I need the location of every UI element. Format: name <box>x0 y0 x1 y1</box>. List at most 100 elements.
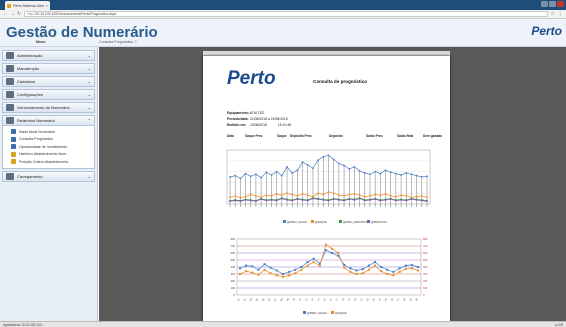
app-title: Gestão de Numerário <box>6 24 158 41</box>
data-point <box>386 273 389 275</box>
y-tick-label-right: 0 <box>423 293 425 297</box>
y-tick-label-right: 500 <box>423 258 428 262</box>
data-point <box>234 199 237 202</box>
data-point <box>369 173 371 176</box>
data-point <box>379 172 382 175</box>
sidebar-section-configuracoes[interactable]: Configurações ⌄ <box>2 89 95 100</box>
sidebar-section-gerenciamento[interactable]: Gerenciamento de Numerário ⌄ <box>2 102 95 113</box>
data-point <box>353 199 356 201</box>
forward-icon[interactable]: → <box>10 11 15 17</box>
data-point <box>280 194 283 197</box>
report-page: Perto Consulta de prognóstico Equipament… <box>203 56 450 321</box>
section-label: Gerenciamento de Numerário <box>17 105 70 110</box>
sidebar-section-administracao[interactable]: Administração ⌄ <box>2 50 95 61</box>
favicon-icon <box>7 3 11 8</box>
data-point <box>275 274 278 277</box>
data-point <box>275 170 278 173</box>
x-tick-label: 15 <box>323 297 327 301</box>
data-point <box>358 197 361 200</box>
reload-icon[interactable]: ↻ <box>17 11 21 17</box>
data-point <box>291 172 294 174</box>
sidebar-item-saldo-atual[interactable]: Saldo Atual Numerário <box>11 128 94 136</box>
section-label: Cadastros <box>17 79 36 84</box>
data-point <box>398 270 401 273</box>
data-point <box>260 198 263 201</box>
y-tick-label-right: 600 <box>423 251 428 255</box>
data-point <box>420 176 423 178</box>
sidebar-item-oportunidade[interactable]: Oportunidade de Investimento <box>11 143 94 151</box>
data-point <box>343 195 345 197</box>
sidebar-section-carregamento[interactable]: Carregamento ⌄ <box>2 170 95 182</box>
load-icon <box>6 172 14 180</box>
y-tick-label-left: 400 <box>231 265 236 269</box>
minimize-button[interactable] <box>541 1 548 7</box>
data-point <box>394 199 397 202</box>
order-icon <box>11 159 16 165</box>
url-field[interactable]: http:// 10.10.100.100/GerenciamentoPerto… <box>24 11 548 17</box>
sidebar-item-consulta-prognostico[interactable]: Consulta Prognóstico <box>11 136 94 144</box>
x-tick-label: 27 <box>396 297 400 301</box>
data-point <box>269 272 272 275</box>
browser-menu-icon[interactable]: ⋮ <box>558 11 563 17</box>
data-point <box>251 265 254 268</box>
data-point <box>369 195 371 197</box>
sidebar-section-cadastros[interactable]: Cadastros ⌄ <box>2 76 95 87</box>
col-saldo-prev: Saldo Prev. <box>366 134 384 138</box>
x-tick-label: 10 <box>292 297 296 301</box>
data-point <box>417 266 419 268</box>
folder-icon <box>6 78 14 85</box>
legend-swatch <box>367 220 370 223</box>
star-icon[interactable]: ☆ <box>551 11 555 17</box>
data-point <box>275 192 278 195</box>
document-icon <box>11 129 16 135</box>
data-point <box>281 275 284 278</box>
data-point <box>384 192 387 195</box>
sidebar-section-manutencao[interactable]: Manutenção ⌄ <box>2 63 95 74</box>
y-tick-label-left: 800 <box>231 237 236 241</box>
data-point <box>404 268 407 271</box>
data-point <box>337 199 340 201</box>
url-scheme: http:// <box>27 12 36 16</box>
sidebar-section-relatorios[interactable]: Relatórios Numerário ⌃ <box>2 115 95 126</box>
data-point <box>379 199 382 202</box>
data-point <box>379 194 382 197</box>
x-tick-label: 05 <box>261 297 265 301</box>
close-window-button[interactable] <box>557 1 564 7</box>
data-point <box>322 193 325 196</box>
maximize-button[interactable] <box>549 1 556 7</box>
data-point <box>263 268 266 271</box>
report-viewer[interactable]: Perto Consulta de prognóstico Equipament… <box>99 47 566 321</box>
data-point <box>400 194 402 197</box>
data-point <box>363 195 366 198</box>
report-icon <box>6 117 14 124</box>
data-point <box>426 175 428 178</box>
data-point <box>355 269 358 272</box>
cash-icon <box>6 104 14 111</box>
issued-time: 15:10:48 <box>277 123 292 127</box>
data-point <box>332 192 335 195</box>
data-point <box>306 199 309 202</box>
data-point <box>288 274 291 277</box>
sidebar-item-historico[interactable]: Histórico Abastecimento Num... <box>11 151 94 159</box>
data-point <box>400 174 402 176</box>
sidebar-item-label: Posição Ordem Abastecimento <box>19 159 69 164</box>
y-tick-label-right: 300 <box>423 272 428 276</box>
data-point <box>331 252 334 254</box>
data-point <box>260 176 263 179</box>
data-point <box>244 199 247 201</box>
data-point <box>312 197 314 200</box>
chevron-down-icon: ⌄ <box>87 105 91 110</box>
data-point <box>404 264 407 267</box>
back-icon[interactable]: ← <box>3 11 8 17</box>
equipment-row: Equipamento: ATM-TEZ <box>227 111 264 115</box>
x-tick-label: 02 <box>243 297 247 301</box>
close-tab-icon[interactable]: × <box>46 3 48 8</box>
chevron-down-icon: ⌄ <box>87 173 91 179</box>
data-point <box>363 199 366 202</box>
app-header: Gestão de Numerário Perto Menu Consulta … <box>0 19 566 47</box>
x-tick-label: 25 <box>384 297 388 301</box>
sidebar-item-posicao-ordem[interactable]: Posição Ordem Abastecimento <box>11 158 94 166</box>
browser-tab[interactable]: Perto Sistema Gerencial × <box>5 1 50 10</box>
sidebar-item-label: Oportunidade de Investimento <box>19 144 68 149</box>
y-tick-label-left: 300 <box>231 272 236 276</box>
